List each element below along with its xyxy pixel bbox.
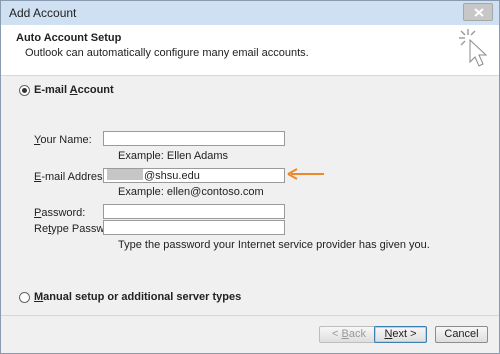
title-bar: Add Account <box>1 1 499 25</box>
window-title: Add Account <box>9 6 77 20</box>
header-title: Auto Account Setup <box>16 32 122 44</box>
cancel-button[interactable]: Cancel <box>435 326 488 343</box>
wizard-header: Auto Account Setup Outlook can automatic… <box>1 25 499 76</box>
close-button[interactable] <box>463 3 493 21</box>
header-subtitle: Outlook can automatically configure many… <box>25 47 309 59</box>
back-button[interactable]: < Back <box>319 326 379 343</box>
orange-arrow-icon <box>287 168 324 180</box>
footer-separator <box>1 315 499 316</box>
password-label: Password: <box>34 207 86 219</box>
email-address-value: @shsu.edu <box>144 170 200 182</box>
email-address-input[interactable]: @shsu.edu <box>103 168 285 183</box>
retype-password-input[interactable] <box>103 220 285 235</box>
manual-setup-label[interactable]: Manual setup or additional server types <box>34 291 241 303</box>
email-account-label[interactable]: E-mail Account <box>34 84 114 96</box>
password-input[interactable] <box>103 204 285 219</box>
next-button[interactable]: Next > <box>374 326 427 343</box>
email-address-label: E-mail Address: <box>34 171 112 183</box>
password-hint: Type the password your Internet service … <box>118 239 430 251</box>
manual-setup-radio[interactable] <box>19 292 30 303</box>
email-example: Example: ellen@contoso.com <box>118 186 264 198</box>
add-account-dialog: Add Account Auto Account Setup Outlook c… <box>0 0 500 354</box>
your-name-example: Example: Ellen Adams <box>118 150 229 162</box>
redacted-text <box>107 169 143 180</box>
your-name-input[interactable] <box>103 131 285 146</box>
wand-cursor-icon <box>459 29 488 67</box>
your-name-label: Your Name: <box>34 134 92 146</box>
close-icon <box>474 8 484 17</box>
email-account-radio[interactable] <box>19 85 30 96</box>
